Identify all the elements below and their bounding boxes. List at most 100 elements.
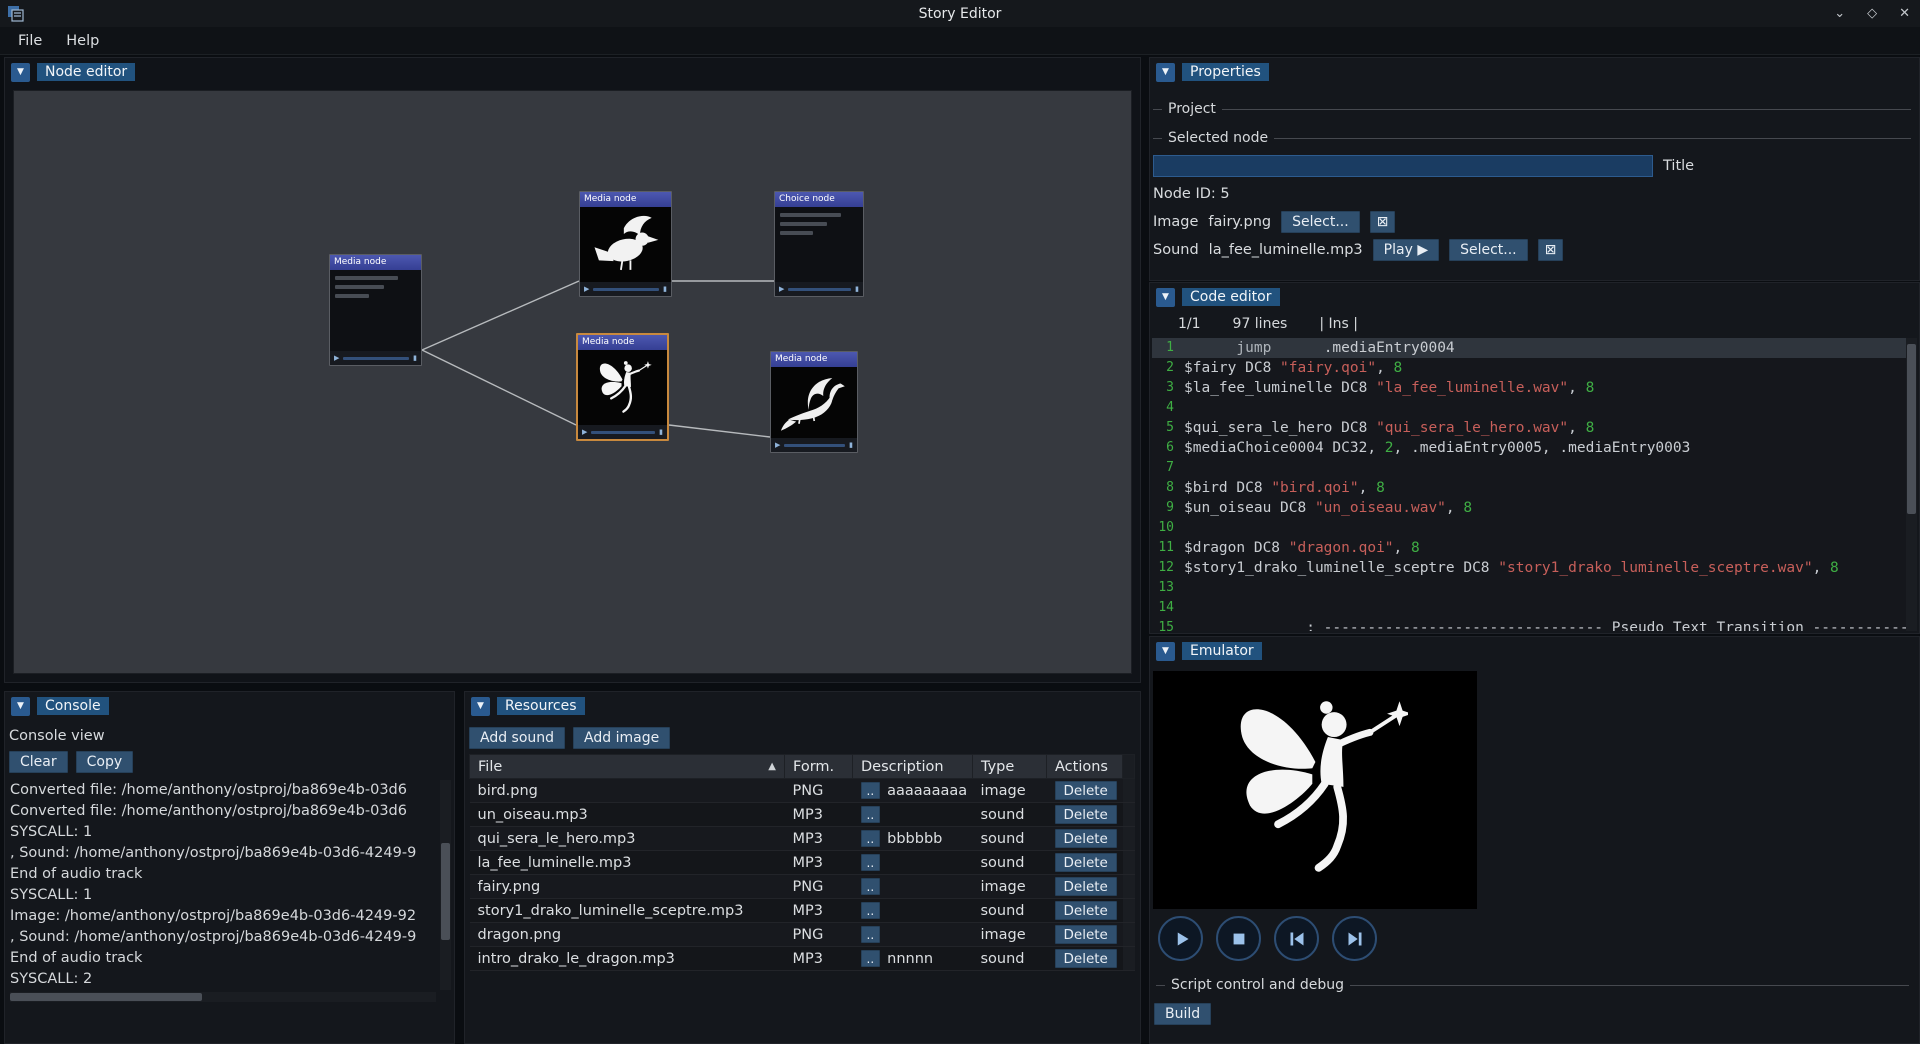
edit-description-button[interactable]: .. [861, 902, 881, 919]
code-line[interactable]: 7 [1152, 458, 1917, 478]
table-row[interactable]: dragon.pngPNG..imageDelete [470, 923, 1135, 947]
code-line[interactable]: 14 [1152, 598, 1917, 618]
delete-button[interactable]: Delete [1055, 925, 1117, 944]
table-row[interactable]: fairy.pngPNG..imageDelete [470, 875, 1135, 899]
node-controls[interactable]: ▶▮ [578, 425, 667, 439]
scrollbar-thumb[interactable] [441, 843, 450, 940]
graph-node5[interactable]: Media node▶▮ [770, 351, 858, 453]
add-image-button[interactable]: Add image [573, 727, 670, 749]
code-line[interactable]: 2$fairy DC8 "fairy.qoi", 8 [1152, 358, 1917, 378]
sound-clear-button[interactable]: ⊠ [1538, 239, 1564, 261]
code-line[interactable]: 8$bird DC8 "bird.qoi", 8 [1152, 478, 1917, 498]
table-row[interactable]: la_fee_luminelle.mp3MP3..soundDelete [470, 851, 1135, 875]
delete-button[interactable]: Delete [1055, 901, 1117, 920]
code-line[interactable]: 9$un_oiseau DC8 "un_oiseau.wav", 8 [1152, 498, 1917, 518]
node-seek-bar[interactable] [788, 288, 851, 291]
window-shade-button[interactable]: ⌄ [1834, 6, 1845, 21]
node-graph-canvas[interactable]: Media node▶▮Media node▶▮Choice node▶▮Med… [13, 90, 1132, 674]
edit-description-button[interactable]: .. [861, 878, 881, 895]
code-line[interactable]: 13 [1152, 578, 1917, 598]
edit-description-button[interactable]: .. [861, 782, 881, 799]
scrollbar-thumb[interactable] [1907, 344, 1916, 514]
window-close-button[interactable]: ✕ [1899, 6, 1910, 21]
delete-button[interactable]: Delete [1055, 781, 1117, 800]
window-maximize-button[interactable]: ◇ [1867, 6, 1877, 21]
node-play-icon[interactable]: ▶ [584, 282, 589, 296]
node-controls[interactable]: ▶▮ [775, 282, 863, 296]
code-line[interactable]: 1 jump .mediaEntry0004 [1152, 338, 1917, 358]
code-line[interactable]: 15 ; -------------------------------- Ps… [1152, 618, 1917, 631]
code-vertical-scrollbar[interactable] [1906, 338, 1917, 631]
collapse-icon[interactable]: ▼ [1156, 288, 1175, 307]
sound-select-button[interactable]: Select... [1449, 239, 1528, 261]
step-forward-button[interactable] [1332, 916, 1377, 961]
title-input[interactable] [1153, 155, 1653, 177]
image-select-button[interactable]: Select... [1281, 211, 1360, 233]
build-button[interactable]: Build [1154, 1003, 1211, 1025]
title-bar[interactable]: Story Editor ⌄ ◇ ✕ [0, 0, 1920, 27]
image-clear-button[interactable]: ⊠ [1370, 211, 1396, 233]
delete-button[interactable]: Delete [1055, 853, 1117, 872]
edit-description-button[interactable]: .. [861, 854, 881, 871]
collapse-icon[interactable]: ▼ [1156, 63, 1175, 82]
graph-node1[interactable]: Media node▶▮ [329, 254, 422, 366]
scrollbar-thumb[interactable] [10, 993, 202, 1001]
delete-button[interactable]: Delete [1055, 949, 1117, 968]
console-copy-button[interactable]: Copy [76, 751, 134, 773]
collapse-icon[interactable]: ▼ [471, 697, 490, 716]
code-line[interactable]: 11$dragon DC8 "dragon.qoi", 8 [1152, 538, 1917, 558]
edit-description-button[interactable]: .. [861, 926, 881, 943]
table-row[interactable]: intro_drako_le_dragon.mp3MP3..nnnnnsound… [470, 947, 1135, 971]
code-line[interactable]: 5$qui_sera_le_hero DC8 "qui_sera_le_hero… [1152, 418, 1917, 438]
node-volume-icon[interactable]: ▮ [855, 282, 859, 296]
column-header-form[interactable]: Form. [785, 755, 853, 779]
column-header-actions[interactable]: Actions [1047, 755, 1123, 779]
node-seek-bar[interactable] [343, 357, 409, 360]
console-horizontal-scrollbar[interactable] [10, 992, 436, 1002]
table-row[interactable]: qui_sera_le_hero.mp3MP3..bbbbbbsoundDele… [470, 827, 1135, 851]
column-header-description[interactable]: Description [853, 755, 973, 779]
table-row[interactable]: un_oiseau.mp3MP3..soundDelete [470, 803, 1135, 827]
node-volume-icon[interactable]: ▮ [663, 282, 667, 296]
code-line[interactable]: 4 [1152, 398, 1917, 418]
menu-item-file[interactable]: File [6, 30, 54, 52]
code-area[interactable]: 1 jump .mediaEntry00042$fairy DC8 "fairy… [1152, 338, 1917, 631]
edit-description-button[interactable]: .. [861, 950, 881, 967]
collapse-icon[interactable]: ▼ [11, 697, 30, 716]
console-log[interactable]: Converted file: /home/anthony/ostproj/ba… [10, 780, 436, 990]
node-volume-icon[interactable]: ▮ [659, 425, 663, 439]
column-header-file[interactable]: File▲ [470, 755, 785, 779]
stop-button[interactable] [1216, 916, 1261, 961]
node-controls[interactable]: ▶▮ [771, 438, 857, 452]
column-header-type[interactable]: Type [973, 755, 1047, 779]
console-vertical-scrollbar[interactable] [440, 780, 451, 990]
code-line[interactable]: 12$story1_drako_luminelle_sceptre DC8 "s… [1152, 558, 1917, 578]
node-volume-icon[interactable]: ▮ [849, 438, 853, 452]
play-button[interactable] [1158, 916, 1203, 961]
node-play-icon[interactable]: ▶ [775, 438, 780, 452]
collapse-icon[interactable]: ▼ [1156, 642, 1175, 661]
collapse-icon[interactable]: ▼ [11, 63, 30, 82]
node-play-icon[interactable]: ▶ [779, 282, 784, 296]
node-seek-bar[interactable] [593, 288, 659, 291]
node-seek-bar[interactable] [784, 444, 845, 447]
edit-description-button[interactable]: .. [861, 806, 881, 823]
node-play-icon[interactable]: ▶ [582, 425, 587, 439]
console-clear-button[interactable]: Clear [9, 751, 68, 773]
delete-button[interactable]: Delete [1055, 805, 1117, 824]
menu-item-help[interactable]: Help [54, 30, 111, 52]
node-seek-bar[interactable] [591, 431, 655, 434]
code-line[interactable]: 3$la_fee_luminelle DC8 "la_fee_luminelle… [1152, 378, 1917, 398]
table-scrollbar[interactable] [1123, 755, 1135, 779]
table-row[interactable]: bird.pngPNG..aaaaaaaaaimageDelete [470, 779, 1135, 803]
delete-button[interactable]: Delete [1055, 877, 1117, 896]
code-line[interactable]: 10 [1152, 518, 1917, 538]
node-play-icon[interactable]: ▶ [334, 351, 339, 365]
node-controls[interactable]: ▶▮ [330, 351, 421, 365]
table-row[interactable]: story1_drako_luminelle_sceptre.mp3MP3..s… [470, 899, 1135, 923]
step-back-button[interactable] [1274, 916, 1319, 961]
graph-node2[interactable]: Media node▶▮ [579, 191, 672, 297]
graph-node4[interactable]: Media node▶▮ [576, 333, 669, 441]
delete-button[interactable]: Delete [1055, 829, 1117, 848]
edit-description-button[interactable]: .. [861, 830, 881, 847]
